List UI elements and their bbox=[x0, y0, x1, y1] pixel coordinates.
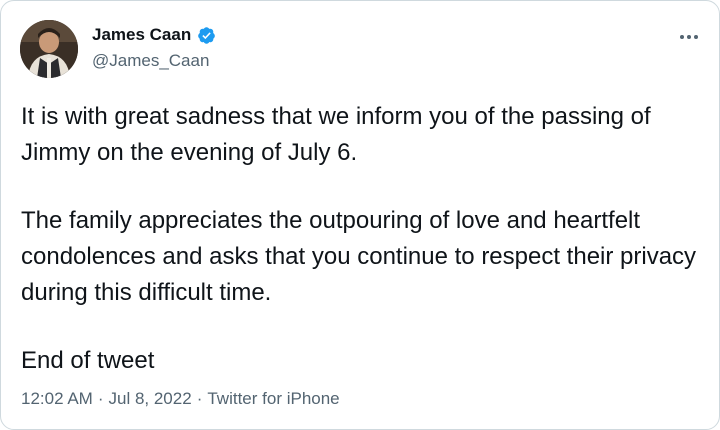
tweet-paragraph: It is with great sadness that we inform … bbox=[21, 103, 651, 166]
tweet-metadata: 12:02 AM · Jul 8, 2022 · Twitter for iPh… bbox=[21, 389, 340, 409]
avatar[interactable] bbox=[20, 20, 78, 78]
profile-photo-icon bbox=[20, 20, 78, 78]
more-options-icon[interactable] bbox=[675, 27, 703, 47]
tweet-time[interactable]: 12:02 AM bbox=[21, 389, 93, 409]
tweet-paragraph: The family appreciates the outpouring of… bbox=[21, 207, 697, 306]
tweet-source[interactable]: Twitter for iPhone bbox=[207, 389, 339, 409]
meta-separator: · bbox=[196, 389, 203, 408]
user-handle[interactable]: @James_Caan bbox=[92, 51, 209, 71]
verified-badge-icon bbox=[198, 26, 216, 44]
tweet-text: It is with great sadness that we inform … bbox=[21, 99, 701, 379]
tweet-date[interactable]: Jul 8, 2022 bbox=[109, 389, 192, 409]
display-name-text: James Caan bbox=[92, 25, 192, 44]
meta-separator: · bbox=[97, 389, 104, 408]
tweet-paragraph: End of tweet bbox=[21, 347, 155, 374]
display-name[interactable]: James Caan bbox=[92, 25, 216, 45]
tweet-card: James Caan @James_Caan It is with great … bbox=[0, 0, 720, 430]
